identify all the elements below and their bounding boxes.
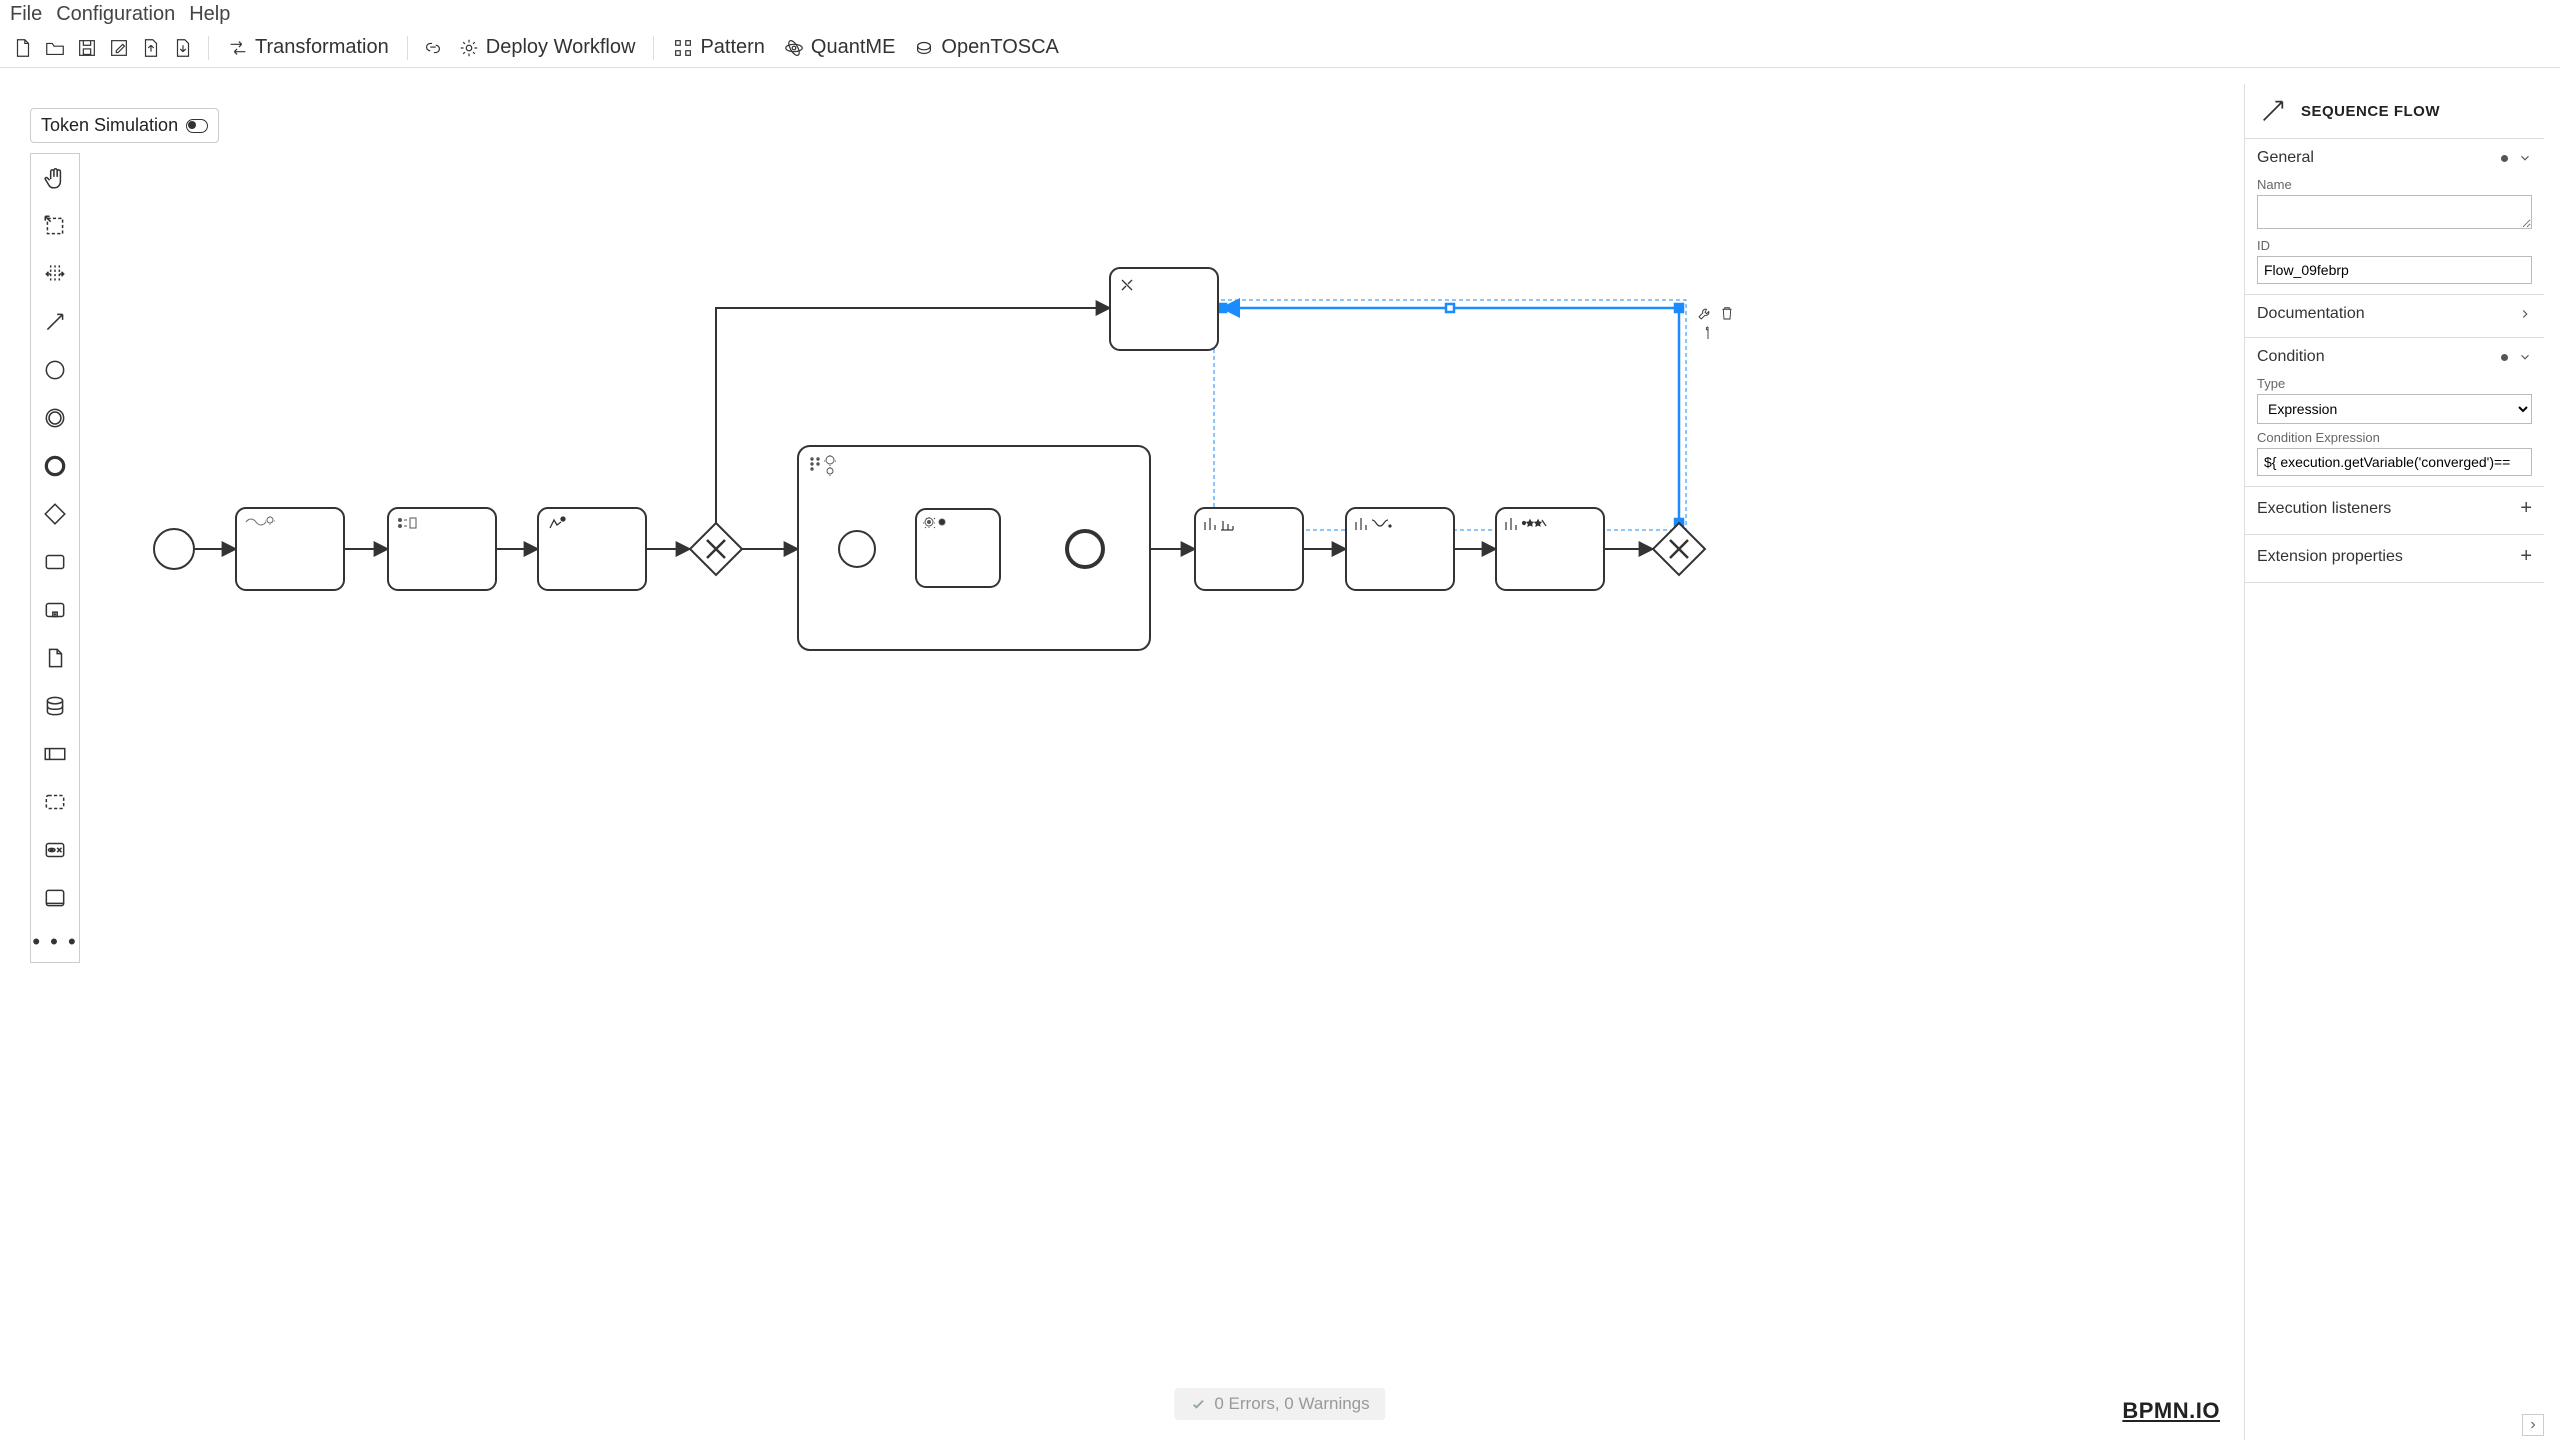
id-label: ID — [2257, 238, 2532, 253]
selected-flow[interactable] — [1214, 300, 1686, 530]
chevron-down-icon — [2518, 151, 2532, 165]
start-event[interactable] — [154, 529, 194, 569]
section-general-label: General — [2257, 149, 2314, 167]
gateway-1[interactable] — [690, 523, 742, 575]
subprocess[interactable] — [798, 446, 1150, 650]
menu-file[interactable]: File — [10, 3, 42, 26]
transformation-button[interactable]: Transformation — [221, 36, 395, 59]
status-text: 0 Errors, 0 Warnings — [1214, 1394, 1369, 1414]
name-input[interactable] — [2257, 195, 2532, 229]
deploy-workflow-button[interactable]: Deploy Workflow — [452, 36, 642, 59]
lint-status[interactable]: 0 Errors, 0 Warnings — [1174, 1388, 1385, 1420]
section-condition-label: Condition — [2257, 348, 2325, 366]
name-label: Name — [2257, 177, 2532, 192]
condition-expression-label: Condition Expression — [2257, 430, 2532, 445]
transform-icon — [227, 37, 249, 59]
section-documentation-header[interactable]: Documentation — [2257, 301, 2532, 327]
toolbar: Transformation Deploy Workflow Pattern Q… — [0, 28, 2560, 68]
section-exec-listeners-header[interactable]: Execution listeners + — [2257, 493, 2532, 524]
annotation-icon[interactable] — [1706, 327, 1708, 339]
section-ext-props-header[interactable]: Extension properties + — [2257, 541, 2532, 572]
bpmn-io-logo[interactable]: BPMN.IO — [2122, 1398, 2220, 1424]
task-5[interactable] — [1346, 508, 1454, 590]
properties-title: SEQUENCE FLOW — [2301, 103, 2440, 120]
deploy-label: Deploy Workflow — [486, 36, 636, 59]
opentosca-icon — [913, 37, 935, 59]
new-file-icon[interactable] — [10, 35, 36, 61]
section-general: General Name ID — [2245, 139, 2544, 295]
task-2[interactable] — [388, 508, 496, 590]
link-icon[interactable] — [420, 35, 446, 61]
section-ext-props-label: Extension properties — [2257, 548, 2403, 566]
check-icon — [1190, 1396, 1206, 1412]
id-input[interactable] — [2257, 256, 2532, 284]
context-pad[interactable] — [1699, 308, 1732, 339]
task-4[interactable] — [1195, 508, 1303, 590]
section-general-header[interactable]: General — [2257, 145, 2532, 171]
gateway-2[interactable] — [1653, 523, 1705, 575]
gear-icon — [458, 37, 480, 59]
pattern-button[interactable]: Pattern — [666, 36, 770, 59]
menu-configuration[interactable]: Configuration — [56, 3, 175, 26]
plus-icon[interactable]: + — [2520, 497, 2532, 520]
bpmn-canvas[interactable] — [0, 68, 2560, 1440]
open-folder-icon[interactable] — [42, 35, 68, 61]
section-extension-properties: Extension properties + — [2245, 535, 2544, 583]
type-label: Type — [2257, 376, 2532, 391]
subprocess-start[interactable] — [839, 531, 875, 567]
chevron-right-icon — [2518, 307, 2532, 321]
download-icon[interactable] — [170, 35, 196, 61]
toolbar-separator — [407, 36, 408, 60]
quantme-icon — [783, 37, 805, 59]
condition-type-select[interactable]: Expression — [2257, 394, 2532, 424]
menu-bar: File Configuration Help — [0, 0, 2560, 28]
task-3[interactable] — [538, 508, 646, 590]
task-loop-target[interactable] — [1110, 268, 1218, 350]
panel-collapse-button[interactable] — [2522, 1414, 2544, 1436]
trash-icon[interactable] — [1723, 308, 1732, 319]
upload-icon[interactable] — [138, 35, 164, 61]
quantme-button[interactable]: QuantME — [777, 36, 901, 59]
wrench-icon[interactable] — [1699, 309, 1709, 319]
chevron-down-icon — [2518, 350, 2532, 364]
sequence-flow-icon — [2259, 97, 2287, 125]
menu-help[interactable]: Help — [189, 3, 230, 26]
save-icon[interactable] — [74, 35, 100, 61]
task-6[interactable] — [1496, 508, 1604, 590]
section-exec-listeners-label: Execution listeners — [2257, 500, 2391, 518]
toolbar-separator — [208, 36, 209, 60]
properties-panel: SEQUENCE FLOW General Name ID Documentat… — [2244, 84, 2544, 1440]
section-documentation: Documentation — [2245, 295, 2544, 338]
pattern-label: Pattern — [700, 36, 764, 59]
opentosca-button[interactable]: OpenTOSCA — [907, 36, 1064, 59]
subprocess-task[interactable] — [916, 509, 1000, 587]
opentosca-label: OpenTOSCA — [941, 36, 1058, 59]
plus-icon[interactable]: + — [2520, 545, 2532, 568]
subprocess-end[interactable] — [1067, 531, 1103, 567]
modified-dot-icon — [2501, 155, 2508, 162]
toolbar-separator — [653, 36, 654, 60]
section-execution-listeners: Execution listeners + — [2245, 487, 2544, 535]
section-condition: Condition Type Expression Condition Expr… — [2245, 338, 2544, 487]
section-condition-header[interactable]: Condition — [2257, 344, 2532, 370]
edit-icon[interactable] — [106, 35, 132, 61]
modified-dot-icon — [2501, 354, 2508, 361]
transformation-label: Transformation — [255, 36, 389, 59]
section-documentation-label: Documentation — [2257, 305, 2365, 323]
task-1[interactable] — [236, 508, 344, 590]
pattern-icon — [672, 37, 694, 59]
quantme-label: QuantME — [811, 36, 895, 59]
condition-expression-input[interactable] — [2257, 448, 2532, 476]
main-area: Token Simulation • • • — [0, 68, 2560, 1440]
properties-header: SEQUENCE FLOW — [2245, 84, 2544, 139]
